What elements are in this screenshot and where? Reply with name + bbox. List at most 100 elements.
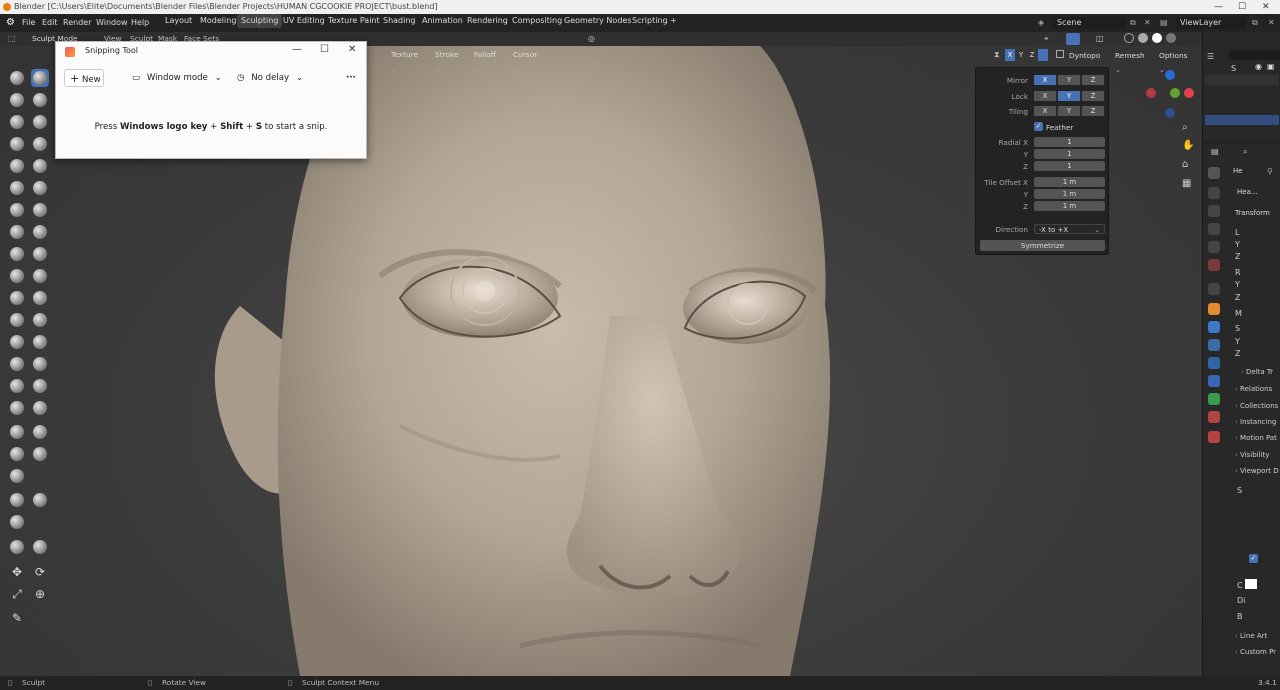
tiling-x-toggle[interactable]: X <box>1034 106 1057 116</box>
elastic-deform-brush-tool[interactable] <box>8 245 26 263</box>
camera-view-icon[interactable]: ⌂ <box>1182 159 1188 170</box>
menu-render[interactable]: Render <box>63 14 91 32</box>
properties-editor-icon[interactable]: ▤ <box>1211 147 1219 156</box>
wireframe-shading-icon[interactable] <box>1124 33 1134 43</box>
slide-relax-brush-tool[interactable] <box>8 311 26 329</box>
symmetry-z-toggle[interactable]: Z <box>1027 49 1037 61</box>
multires-displacement-smear-tool[interactable] <box>31 377 49 395</box>
instancing-section[interactable]: Instancing <box>1235 418 1276 426</box>
modifier-tab-icon[interactable] <box>1208 321 1220 333</box>
tab-sculpting[interactable]: Sculpting <box>237 14 283 28</box>
gizmo-toggle-icon[interactable]: ⌖ <box>1044 34 1049 44</box>
scene-tab-icon[interactable] <box>1208 241 1220 253</box>
rotate-tool-icon[interactable]: ⟳ <box>31 563 49 581</box>
draw-brush-tool[interactable] <box>8 69 26 87</box>
pivot-icon[interactable]: ◎ <box>588 34 595 43</box>
perspective-toggle-icon[interactable]: ▦ <box>1182 178 1191 189</box>
line-art-section[interactable]: Line Art <box>1235 632 1267 640</box>
output-tab-icon[interactable] <box>1208 205 1220 217</box>
smooth-brush-tool[interactable] <box>31 157 49 175</box>
direction-dropdown[interactable]: -X to +X ⌄ <box>1034 224 1105 234</box>
layer-brush-tool[interactable] <box>31 113 49 131</box>
mirror-y-toggle[interactable]: Y <box>1058 75 1081 85</box>
color-filter-tool[interactable] <box>8 513 26 531</box>
gizmo-z-axis[interactable] <box>1165 70 1175 80</box>
clay-strips-brush-tool[interactable] <box>31 91 49 109</box>
options-dropdown[interactable]: Options <box>1156 49 1191 62</box>
mirror-x-toggle[interactable]: X <box>1034 75 1057 85</box>
draw-sharp-brush-tool[interactable] <box>31 69 49 87</box>
mask-brush-tool[interactable] <box>8 355 26 373</box>
gizmo-x-axis[interactable] <box>1184 88 1194 98</box>
tab-modeling[interactable]: Modeling <box>196 14 240 28</box>
pan-hand-icon[interactable]: ✋ <box>1182 140 1194 151</box>
flatten-brush-tool[interactable] <box>8 179 26 197</box>
menu-window[interactable]: Window <box>96 14 128 32</box>
simplify-brush-tool[interactable] <box>31 333 49 351</box>
mesh-name-field[interactable]: Hea... <box>1237 188 1258 196</box>
delta-transform-section[interactable]: Delta Tr <box>1241 368 1273 376</box>
object-name-field[interactable]: He <box>1233 167 1243 175</box>
mesh-filter-tool[interactable] <box>8 491 26 509</box>
search-icon[interactable]: ⌕ <box>1243 147 1247 157</box>
delete-view-layer-icon[interactable]: ✕ <box>1268 14 1275 32</box>
feather-checkbox[interactable]: ✓ <box>1034 122 1043 131</box>
scene-selector[interactable]: Scene <box>1052 17 1126 29</box>
collections-section[interactable]: Collections <box>1235 402 1278 410</box>
relations-section[interactable]: Relations <box>1235 385 1272 393</box>
symmetry-y-toggle[interactable]: Y <box>1016 49 1026 61</box>
nudge-brush-tool[interactable] <box>8 289 26 307</box>
blob-brush-tool[interactable] <box>31 135 49 153</box>
annotate-tool-icon[interactable]: ✎ <box>8 609 26 627</box>
outliner-row-selected[interactable] <box>1205 115 1279 125</box>
falloff-dropdown[interactable]: Falloff <box>471 48 499 61</box>
physics-tab-icon[interactable] <box>1208 357 1220 369</box>
rotate-brush-tool[interactable] <box>31 289 49 307</box>
tab-animation[interactable]: Animation <box>418 14 467 28</box>
new-view-layer-icon[interactable]: ⧉ <box>1252 14 1258 32</box>
delay-dropdown[interactable]: ◷ No delay ⌄ <box>237 69 303 87</box>
multires-displacement-eraser-tool[interactable] <box>8 377 26 395</box>
render-camera-icon[interactable]: ▣ <box>1267 62 1275 71</box>
texture-dropdown[interactable]: Texture <box>388 48 421 61</box>
zoom-icon[interactable]: ⌕ <box>1182 122 1188 133</box>
pose-brush-tool[interactable] <box>31 267 49 285</box>
lock-x-toggle[interactable]: X <box>1034 91 1057 101</box>
solid-shading-icon[interactable] <box>1138 33 1148 43</box>
color-swatch[interactable] <box>1245 579 1257 589</box>
tab-shading[interactable]: Shading <box>379 14 420 28</box>
viewport-checkbox[interactable]: ✓ <box>1249 554 1258 563</box>
smear-brush-tool[interactable] <box>31 399 49 417</box>
view-layer-selector[interactable]: ViewLayer <box>1176 17 1246 29</box>
box-mask-tool[interactable] <box>8 423 26 441</box>
dyntopo-checkbox[interactable] <box>1056 50 1064 58</box>
tab-geometry-nodes[interactable]: Geometry Nodes <box>560 14 635 28</box>
gizmo-neg-z-axis[interactable] <box>1165 108 1175 118</box>
box-face-set-tool[interactable] <box>8 445 26 463</box>
delete-scene-icon[interactable]: ✕ <box>1144 14 1151 32</box>
window-mode-dropdown[interactable]: ▭ Window mode ⌄ <box>132 69 222 87</box>
data-tab-icon[interactable] <box>1208 393 1220 405</box>
snip-close-icon[interactable]: ✕ <box>348 44 356 55</box>
multiplane-scrape-brush-tool[interactable] <box>31 201 49 219</box>
lock-y-toggle[interactable]: Y <box>1058 91 1081 101</box>
outliner-display-icon[interactable]: ☰ <box>1207 52 1214 61</box>
maximize-icon[interactable]: ☐ <box>1238 0 1246 14</box>
tool-tab-icon[interactable] <box>1208 167 1220 179</box>
cloth-brush-tool[interactable] <box>8 333 26 351</box>
menu-edit[interactable]: Edit <box>42 14 58 32</box>
object-tab-icon[interactable] <box>1208 303 1220 315</box>
lock-z-toggle[interactable]: Z <box>1082 91 1105 101</box>
snake-hook-brush-tool[interactable] <box>31 245 49 263</box>
outliner-row[interactable] <box>1205 103 1279 113</box>
box-trim-tool[interactable] <box>31 445 49 463</box>
tab-uv-editing[interactable]: UV Editing <box>279 14 329 28</box>
visibility-section[interactable]: Visibility <box>1235 451 1269 459</box>
tab-compositing[interactable]: Compositing <box>508 14 566 28</box>
tile-offset-x-field[interactable]: 1 m <box>1034 177 1105 187</box>
menu-help[interactable]: Help <box>131 14 149 32</box>
world-tab-icon[interactable] <box>1208 259 1220 271</box>
overlay-toggle-icon[interactable] <box>1066 33 1080 45</box>
tile-offset-z-field[interactable]: 1 m <box>1034 201 1105 211</box>
cloth-filter-tool[interactable] <box>31 491 49 509</box>
